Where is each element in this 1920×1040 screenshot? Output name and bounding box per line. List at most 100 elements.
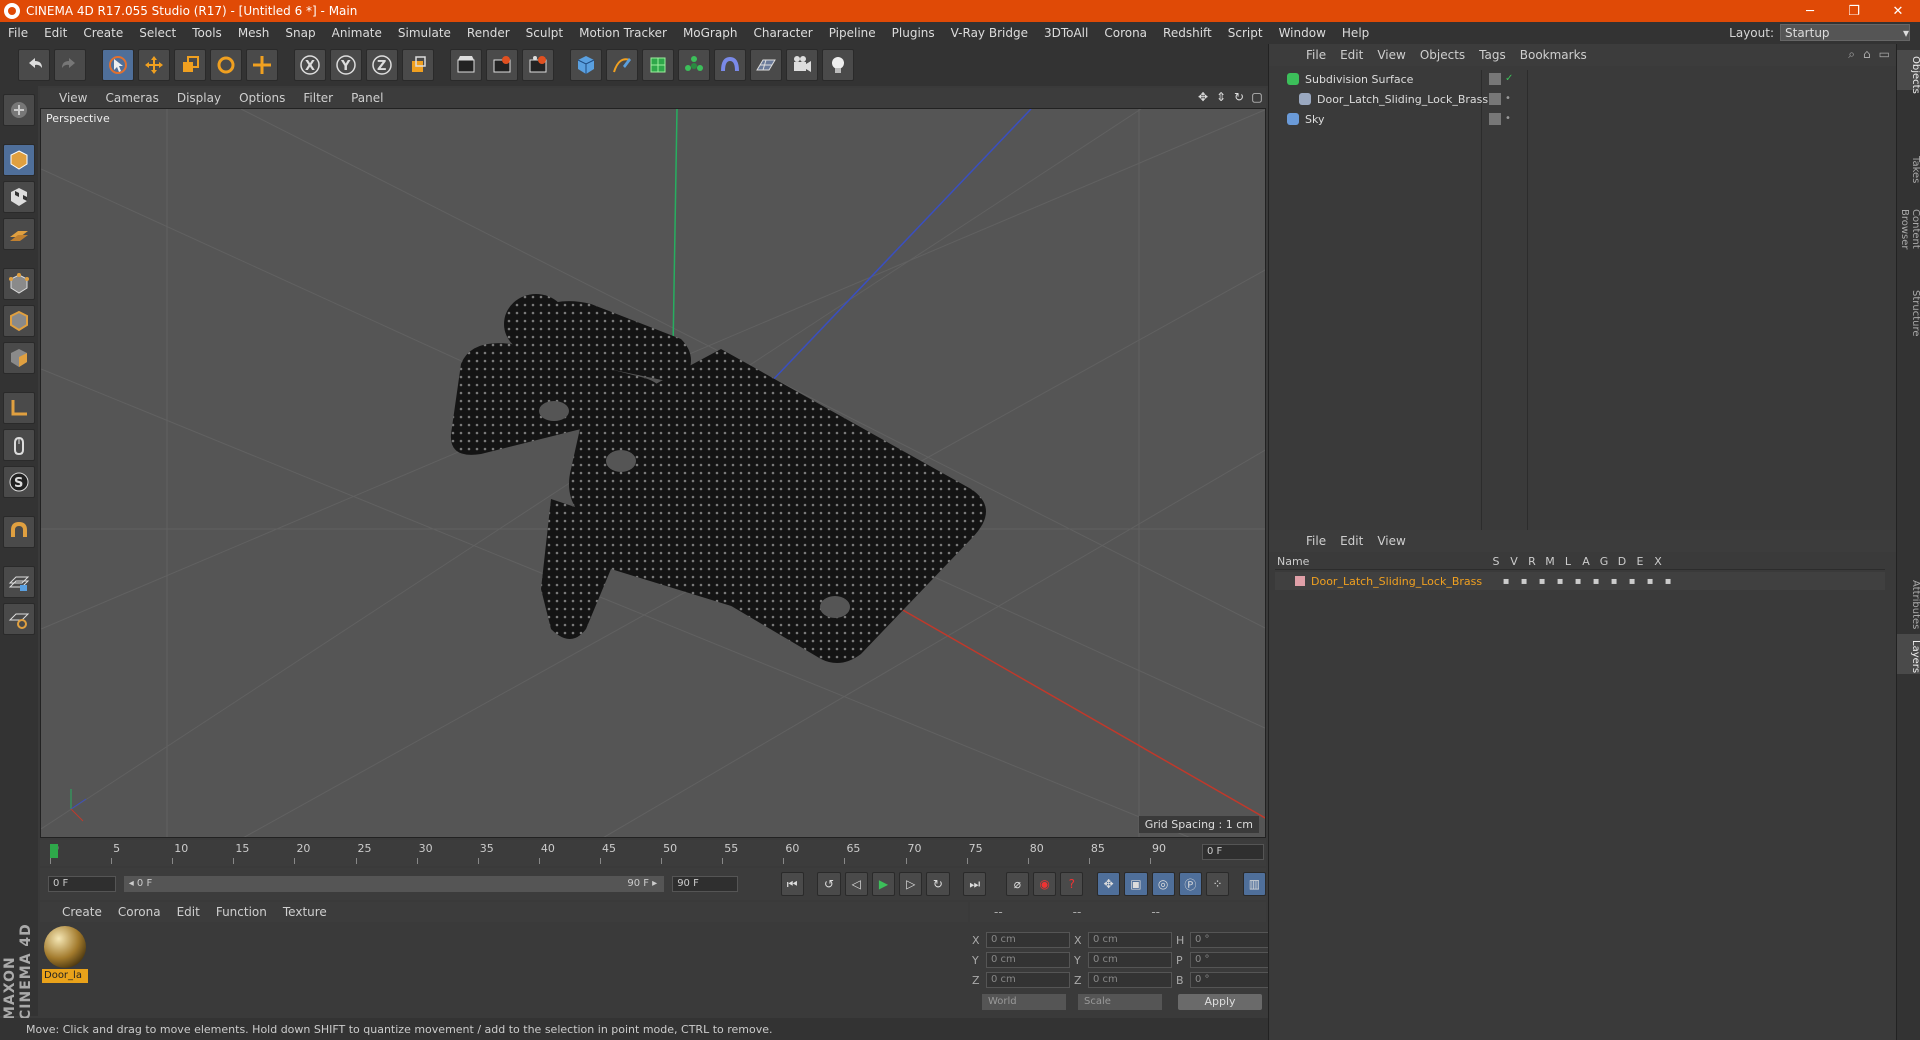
array-icon[interactable] [678,49,710,81]
layer-column-e[interactable]: E [1631,555,1649,568]
material-name-label[interactable]: Door_la [42,969,88,983]
edges-mode-icon[interactable] [3,305,35,337]
side-tab-layers[interactable]: Layers [1897,634,1920,674]
timeline-frame-field[interactable]: 0 F [1202,844,1264,860]
record-keys-icon[interactable]: ⌀ [1005,872,1030,896]
layer-row[interactable]: Door_Latch_Sliding_Lock_Brass ▪ ▪ ▪ ▪ ▪ ▪ ▪ ▪ ▪ ▪ [1275,572,1885,590]
layer-menu-edit[interactable]: Edit [1333,534,1370,548]
menu-character[interactable]: Character [745,26,820,40]
viewport-menu-view[interactable]: View [50,91,96,105]
layer-column-s[interactable]: S [1487,555,1505,568]
axis-mode-icon[interactable] [3,392,35,424]
perspective-viewport[interactable]: Perspective Grid Spacing : 1 cm [40,108,1266,838]
polygons-mode-icon[interactable] [3,342,35,374]
y-axis-icon[interactable]: Y [330,49,362,81]
coordinate-system-icon[interactable] [402,49,434,81]
side-tab-structure[interactable]: Structure [1897,284,1920,337]
planar-workplane-icon[interactable] [3,603,35,635]
menu-3dtoall[interactable]: 3DToAll [1036,26,1096,40]
object-name[interactable]: Subdivision Surface [1305,73,1413,86]
object-row[interactable]: Subdivision Surface ✓ [1275,70,1881,88]
material-preview-thumbnail[interactable] [44,926,86,968]
menu-pipeline[interactable]: Pipeline [821,26,884,40]
render-settings-icon[interactable] [522,49,554,81]
menu-mograph[interactable]: MoGraph [675,26,746,40]
layer-column-m[interactable]: M [1541,555,1559,568]
visibility-toggle-icon[interactable] [1489,93,1501,105]
workplane-icon[interactable] [3,218,35,250]
apply-button[interactable]: Apply [1178,994,1262,1010]
next-keyframe-icon[interactable]: ↻ [926,872,950,896]
layer-column-l[interactable]: L [1559,555,1577,568]
start-frame-field[interactable]: 0 F [48,876,116,892]
layer-toggle-e-icon[interactable]: ▪ [1641,576,1659,587]
layout-dropdown[interactable]: Startup ▾ [1780,24,1910,41]
keyframe-selection-icon[interactable]: ? [1060,872,1084,896]
move-view-icon[interactable]: ✥ [1196,90,1210,104]
menu-tools[interactable]: Tools [184,26,230,40]
x-axis-icon[interactable]: X [294,49,326,81]
toggle-view-icon[interactable]: ▢ [1250,90,1264,104]
play-icon[interactable]: ▶ [871,872,896,896]
object-menu-bookmarks[interactable]: Bookmarks [1513,48,1594,62]
viewport-menu-display[interactable]: Display [168,91,230,105]
go-to-start-icon[interactable]: ⏮ [780,872,804,896]
menu-plugins[interactable]: Plugins [884,26,943,40]
make-editable-icon[interactable] [3,94,35,126]
object-name[interactable]: Sky [1305,113,1324,126]
close-button[interactable]: ✕ [1876,0,1920,22]
previous-frame-icon[interactable]: ◁ [844,872,868,896]
layer-menu-view[interactable]: View [1370,534,1412,548]
layer-toggle-d-icon[interactable]: ▪ [1623,576,1641,587]
material-menu-edit[interactable]: Edit [169,905,208,919]
redo-icon[interactable] [54,49,86,81]
viewport-menu-panel[interactable]: Panel [342,91,392,105]
frame-range-slider[interactable]: ◂ 0 F 90 F ▸ [123,876,665,892]
autokey-icon[interactable]: ◉ [1033,872,1057,896]
object-name[interactable]: Door_Latch_Sliding_Lock_Brass [1317,93,1488,106]
menu-render[interactable]: Render [459,26,518,40]
material-menu-corona[interactable]: Corona [110,905,169,919]
restore-button[interactable]: ❐ [1832,0,1876,22]
layer-toggle-a-icon[interactable]: ▪ [1587,576,1605,587]
layer-menu-file[interactable]: File [1299,534,1333,548]
coord-field[interactable]: 0 ° [1190,932,1274,948]
object-menu-file[interactable]: File [1299,48,1333,62]
render-toggle-icon[interactable]: • [1505,93,1517,105]
side-tab-attributes[interactable]: Attributes [1897,574,1920,629]
menu-corona[interactable]: Corona [1096,26,1155,40]
visibility-toggle-icon[interactable] [1489,73,1501,85]
subdivision-icon[interactable] [642,49,674,81]
layer-column-d[interactable]: D [1613,555,1631,568]
layer-column-a[interactable]: A [1577,555,1595,568]
menu-file[interactable]: File [0,26,36,40]
rotate-view-icon[interactable]: ↻ [1232,90,1246,104]
material-menu-function[interactable]: Function [208,905,275,919]
menu-help[interactable]: Help [1334,26,1377,40]
search-icon[interactable]: ⌕ [1848,47,1855,62]
z-axis-icon[interactable]: Z [366,49,398,81]
pen-icon[interactable] [606,49,638,81]
coord-field[interactable]: 0 ° [1190,972,1274,988]
deformer-icon[interactable] [714,49,746,81]
object-menu-edit[interactable]: Edit [1333,48,1370,62]
menu-sculpt[interactable]: Sculpt [518,26,571,40]
menu-script[interactable]: Script [1220,26,1271,40]
layer-toggle-x-icon[interactable]: ▪ [1659,576,1677,587]
select-arrow-icon[interactable] [102,49,134,81]
viewport-menu-options[interactable]: Options [230,91,294,105]
home-icon[interactable]: ⌂ [1863,47,1871,62]
side-tab-takes[interactable]: Takes [1897,150,1920,183]
camera-icon[interactable] [786,49,818,81]
key-position-icon[interactable]: ✥ [1097,872,1121,896]
key-rotation-icon[interactable]: ◎ [1151,872,1175,896]
layer-toggle-m-icon[interactable]: ▪ [1551,576,1569,587]
viewport-menu-filter[interactable]: Filter [294,91,342,105]
side-tab-objects[interactable]: Objects [1897,50,1920,94]
minimize-button[interactable]: ─ [1788,0,1832,22]
menu-v-ray-bridge[interactable]: V-Ray Bridge [943,26,1036,40]
render-toggle-icon[interactable]: • [1505,113,1517,125]
coord-field[interactable]: 0 ° [1190,952,1274,968]
zoom-view-icon[interactable]: ⇕ [1214,90,1228,104]
layer-column-v[interactable]: V [1505,555,1523,568]
